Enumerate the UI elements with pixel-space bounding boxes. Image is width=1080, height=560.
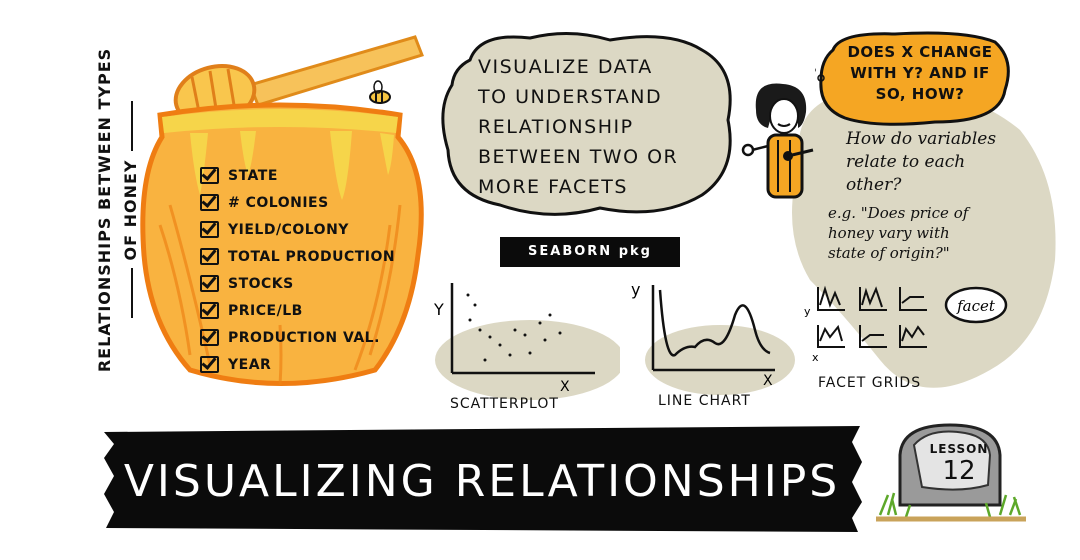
jar-item: YEAR — [200, 351, 400, 378]
jar-item-label: PRICE/LB — [228, 302, 303, 319]
cloud-line: VISUALIZE DATA — [478, 56, 653, 78]
jar-item: YIELD/COLONY — [200, 216, 400, 243]
lesson-number: 12 — [942, 456, 976, 486]
cloud-line: MORE FACETS — [478, 176, 628, 198]
question-text: DOES X CHANGE WITH Y? AND IF SO, HOW? — [830, 42, 1010, 105]
side-title-line1: RELATIONSHIPS BETWEEN TYPES — [95, 47, 114, 373]
jar-item: PRODUCTION VAL. — [200, 324, 400, 351]
jar-item-label: TOTAL PRODUCTION — [228, 248, 396, 265]
jar-checklist: STATE # COLONIES YIELD/COLONY TOTAL PROD… — [200, 162, 400, 378]
facet-y-label: y — [804, 305, 811, 318]
facet-x-label: x — [812, 351, 819, 364]
note-line: other? — [846, 175, 902, 195]
jar-item-label: YIELD/COLONY — [228, 221, 349, 238]
facet-grids-label: FACET GRIDS — [818, 375, 922, 391]
person-icon — [741, 83, 814, 199]
scatterplot-illustration: Y X — [433, 283, 620, 400]
note-line: How do variables — [846, 129, 997, 149]
note-line: state of origin?" — [828, 244, 950, 262]
line-chart-illustration: y X — [631, 280, 795, 395]
jar-item-label: YEAR — [228, 356, 272, 373]
note-line: e.g. "Does price of — [828, 204, 969, 222]
checkbox-icon — [200, 356, 219, 373]
checkbox-icon — [200, 275, 219, 292]
line-chart-label: LINE CHART — [658, 393, 751, 409]
facet-badge-text: facet — [956, 297, 996, 315]
scatter-x-label: X — [560, 379, 570, 395]
checkbox-icon — [200, 167, 219, 184]
jar-item: STOCKS — [200, 270, 400, 297]
jar-item: # COLONIES — [200, 189, 400, 216]
note-how-variables-relate: How do variables relate to each other? — [846, 128, 1046, 197]
scatterplot-label: SCATTERPLOT — [450, 396, 559, 412]
jar-item: TOTAL PRODUCTION — [200, 243, 400, 270]
cloud-text: VISUALIZE DATA TO UNDERSTAND RELATIONSHI… — [478, 52, 718, 202]
cloud-line: RELATIONSHIP — [478, 116, 634, 138]
jar-item-label: PRODUCTION VAL. — [228, 329, 380, 346]
checkbox-icon — [200, 194, 219, 211]
cloud-line: TO UNDERSTAND — [478, 86, 663, 108]
cloud-line: BETWEEN TWO OR — [478, 146, 679, 168]
question-line: SO, HOW? — [875, 85, 965, 103]
lesson-word: LESSON — [929, 442, 989, 456]
jar-item: STATE — [200, 162, 400, 189]
jar-item-label: STATE — [228, 167, 278, 184]
note-line: relate to each — [846, 152, 966, 172]
scatter-y-label: Y — [433, 300, 444, 319]
note-line: honey vary with — [828, 224, 950, 242]
question-line: DOES X CHANGE — [847, 43, 993, 61]
banner-title: VISUALIZING RELATIONSHIPS — [123, 456, 841, 507]
jar-item-label: # COLONIES — [228, 194, 329, 211]
line-x-label: X — [763, 373, 773, 389]
checkbox-icon — [200, 302, 219, 319]
facet-grid-illustration: facet y x — [804, 285, 1008, 364]
question-line: WITH Y? AND IF — [850, 64, 990, 82]
note-example: e.g. "Does price of honey vary with stat… — [828, 203, 1038, 263]
checkbox-icon — [200, 221, 219, 238]
checkbox-icon — [200, 329, 219, 346]
jar-item: PRICE/LB — [200, 297, 400, 324]
seaborn-label: SEABORN pkg — [500, 237, 680, 267]
checkbox-icon — [200, 248, 219, 265]
jar-item-label: STOCKS — [228, 275, 294, 292]
scatter-blob — [435, 320, 620, 400]
line-y-label: y — [631, 280, 640, 299]
bee-icon — [369, 80, 391, 104]
facet-panels — [817, 285, 927, 348]
